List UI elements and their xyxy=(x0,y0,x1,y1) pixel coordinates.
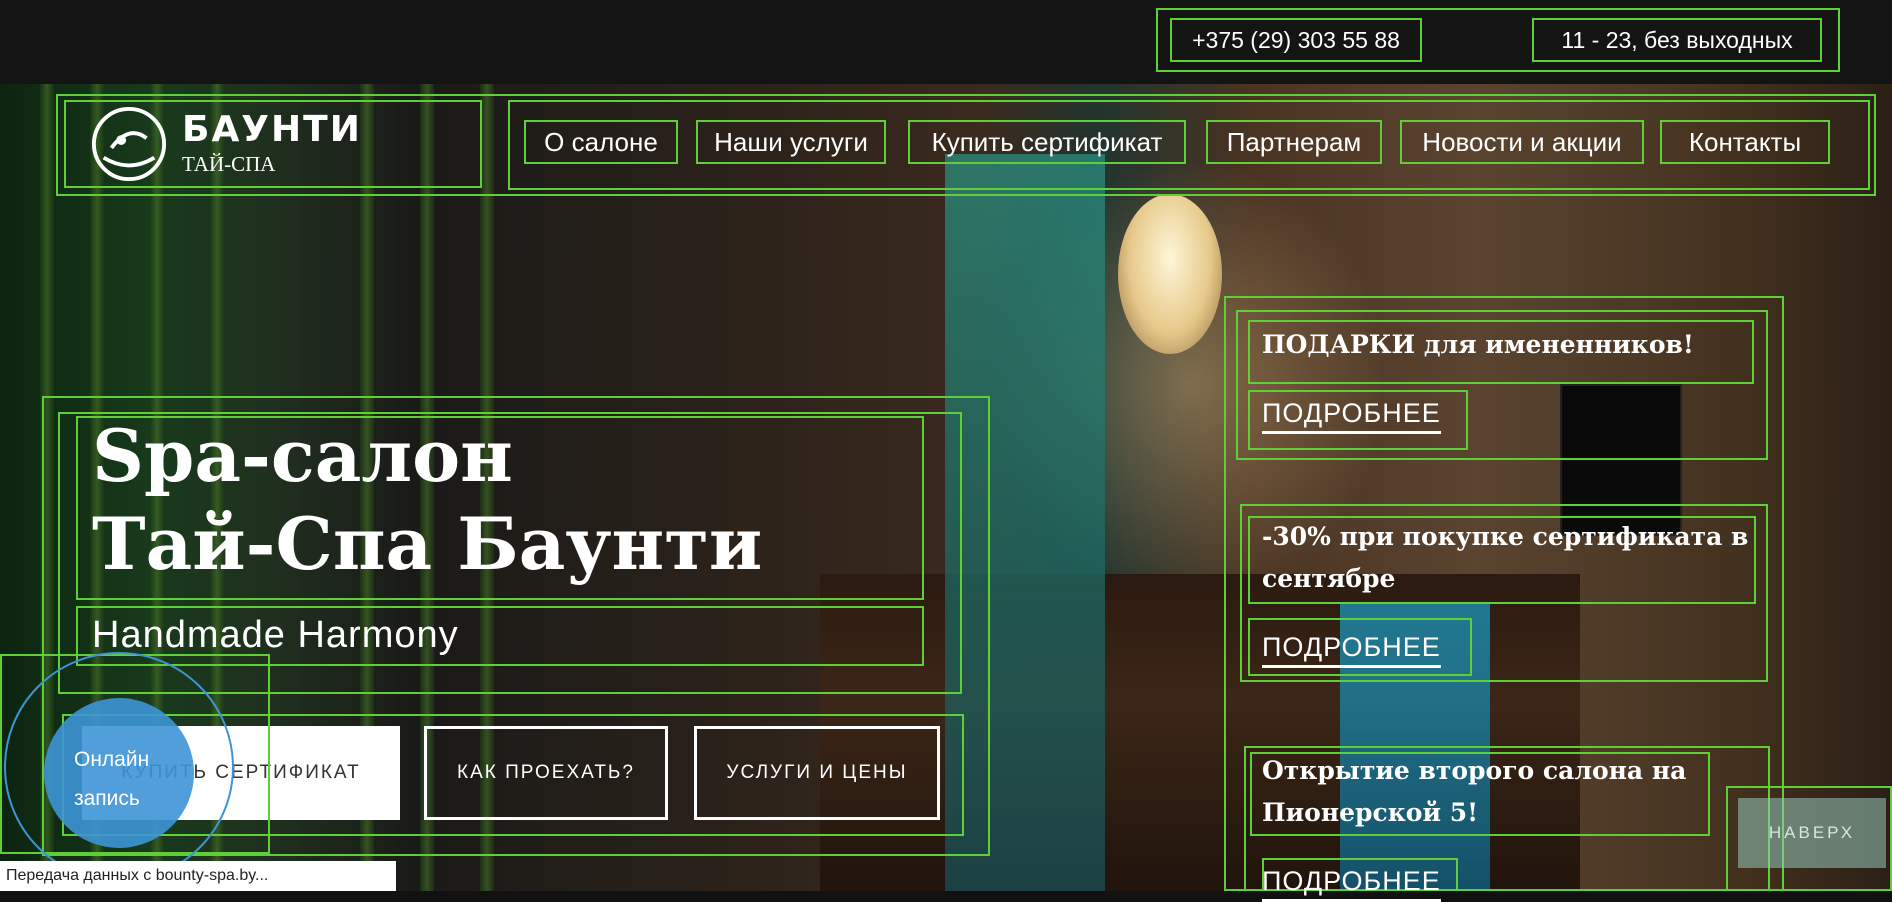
hero-title-line2: Тай-Спа Баунти xyxy=(92,501,763,586)
nav-item-contacts[interactable]: Контакты xyxy=(1660,120,1830,164)
news-title[interactable]: -30% при покупке сертификата в сентябре xyxy=(1262,516,1756,600)
browser-status-bar: Передача данных с bounty-spa.by... xyxy=(0,861,396,891)
back-to-top-button[interactable]: НАВЕРХ xyxy=(1738,798,1886,868)
logo-subtitle: ТАЙ-СПА xyxy=(182,151,276,176)
news-more-link[interactable]: ПОДРОБНЕЕ xyxy=(1262,632,1441,668)
hero-title-line1: Spa-салон xyxy=(92,413,513,498)
services-prices-button[interactable]: УСЛУГИ И ЦЕНЫ xyxy=(694,726,940,820)
phone-link[interactable]: +375 (29) 303 55 88 xyxy=(1170,18,1422,62)
news-title[interactable]: Открытие второго салона на Пионерской 5! xyxy=(1262,750,1702,834)
nav-item-news[interactable]: Новости и акции xyxy=(1400,120,1644,164)
nav-item-partners[interactable]: Партнерам xyxy=(1206,120,1382,164)
logo-lotus-icon xyxy=(91,106,167,182)
working-hours: 11 - 23, без выходных xyxy=(1532,18,1822,62)
directions-button[interactable]: КАК ПРОЕХАТЬ? xyxy=(424,726,668,820)
online-booking-line2: запись xyxy=(74,787,140,810)
nav-item-buy-certificate[interactable]: Купить сертификат xyxy=(908,120,1186,164)
nav-item-services[interactable]: Наши услуги xyxy=(696,120,886,164)
logo-link[interactable]: БАУНТИ ТАЙ-СПА xyxy=(64,100,482,188)
news-more-link[interactable]: ПОДРОБНЕЕ xyxy=(1262,398,1441,434)
news-title[interactable]: ПОДАРКИ для имененников! xyxy=(1262,324,1742,366)
hero-tagline: Handmade Harmony xyxy=(92,614,459,656)
nav-item-about[interactable]: О салоне xyxy=(524,120,678,164)
hero-title: Spa-салон Тай-Спа Баунти xyxy=(92,412,762,588)
news-more-link[interactable]: ПОДРОБНЕЕ xyxy=(1262,866,1441,902)
online-booking-line1: Онлайн xyxy=(74,748,150,771)
logo-name: БАУНТИ xyxy=(182,108,362,150)
online-booking-label[interactable]: Онлайн запись xyxy=(74,740,149,818)
